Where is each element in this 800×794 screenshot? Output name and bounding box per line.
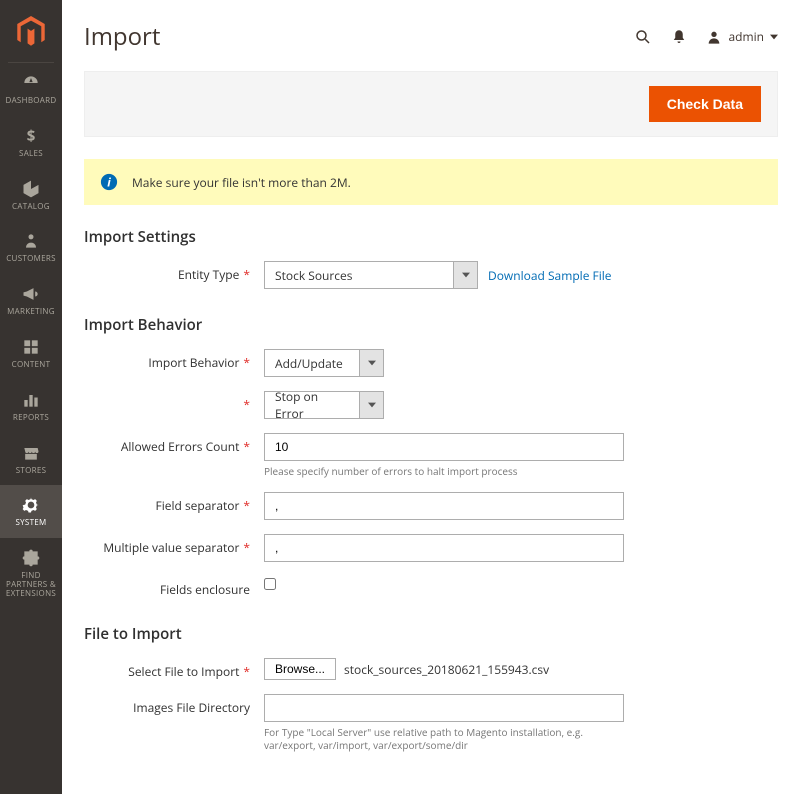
sidebar: DASHBOARD $ SALES CATALOG CUSTOMERS MARK… [0, 0, 62, 794]
nav-dashboard[interactable]: DASHBOARD [0, 63, 62, 116]
nav-label: SALES [19, 150, 43, 159]
search-icon[interactable] [634, 28, 652, 46]
select-file-label: Select File to Import [128, 663, 239, 680]
person-icon [21, 231, 41, 251]
nav-system[interactable]: SYSTEM [0, 485, 62, 538]
magento-logo-icon [17, 16, 45, 48]
username: admin [728, 28, 764, 45]
storefront-icon [21, 443, 41, 463]
selected-filename: stock_sources_20180621_155943.csv [344, 661, 549, 678]
user-icon [706, 29, 722, 45]
import-behavior-value: Add/Update [264, 349, 360, 377]
logo[interactable] [8, 8, 54, 63]
required-indicator: * [243, 396, 250, 413]
box-icon [21, 179, 41, 199]
images-dir-input[interactable] [264, 694, 624, 722]
import-behavior-label: Import Behavior [148, 354, 239, 371]
nav-content[interactable]: CONTENT [0, 327, 62, 380]
bell-icon[interactable] [670, 28, 688, 46]
field-separator-input[interactable] [264, 492, 624, 520]
file-size-notice: i Make sure your file isn't more than 2M… [84, 159, 778, 205]
nav-label: STORES [16, 467, 47, 476]
allowed-errors-hint: Please specify number of errors to halt … [264, 465, 624, 478]
error-strategy-select[interactable]: Stop on Error [264, 391, 624, 419]
chevron-down-icon [360, 349, 384, 377]
main-content: Import admin Check Data i Make sure your… [62, 0, 800, 794]
dashboard-icon [21, 73, 41, 93]
required-indicator: * [243, 438, 250, 455]
entity-type-label: Entity Type [178, 266, 239, 283]
action-bar: Check Data [84, 71, 778, 137]
nav-label: FIND PARTNERS & EXTENSIONS [4, 572, 58, 598]
required-indicator: * [243, 539, 250, 556]
nav-label: SYSTEM [15, 519, 46, 528]
nav-label: CATALOG [12, 203, 50, 212]
nav-label: CONTENT [12, 361, 51, 370]
nav-stores[interactable]: STORES [0, 433, 62, 486]
required-indicator: * [243, 354, 250, 371]
megaphone-icon [21, 284, 41, 304]
nav-customers[interactable]: CUSTOMERS [0, 221, 62, 274]
allowed-errors-input[interactable] [264, 433, 624, 461]
fields-enclosure-checkbox[interactable] [264, 578, 276, 590]
page-title: Import [84, 20, 160, 53]
nav-label: REPORTS [13, 414, 49, 423]
nav-label: CUSTOMERS [6, 255, 56, 264]
images-dir-hint: For Type "Local Server" use relative pat… [264, 726, 624, 752]
field-separator-label: Field separator [156, 497, 240, 514]
allowed-errors-label: Allowed Errors Count [121, 438, 240, 455]
browse-button[interactable]: Browse... [264, 658, 336, 680]
required-indicator: * [243, 663, 250, 680]
puzzle-icon [21, 548, 41, 568]
multi-separator-input[interactable] [264, 534, 624, 562]
error-strategy-value: Stop on Error [264, 391, 360, 419]
check-data-button[interactable]: Check Data [649, 86, 761, 122]
required-indicator: * [243, 266, 250, 283]
required-indicator: * [243, 497, 250, 514]
section-import-behavior-title: Import Behavior [84, 315, 778, 335]
svg-text:i: i [107, 175, 111, 191]
svg-text:$: $ [27, 126, 36, 146]
fields-enclosure-label: Fields enclosure [160, 581, 250, 598]
gear-icon [21, 495, 41, 515]
chevron-down-icon [770, 33, 778, 41]
download-sample-link[interactable]: Download Sample File [488, 267, 612, 284]
nav-label: DASHBOARD [5, 97, 56, 106]
section-file-to-import-title: File to Import [84, 624, 778, 644]
nav-partners[interactable]: FIND PARTNERS & EXTENSIONS [0, 538, 62, 608]
section-import-settings-title: Import Settings [84, 227, 778, 247]
chevron-down-icon [454, 261, 478, 289]
nav-label: MARKETING [7, 308, 55, 317]
import-behavior-select[interactable]: Add/Update [264, 349, 624, 377]
multi-separator-label: Multiple value separator [103, 539, 239, 556]
images-dir-label: Images File Directory [133, 699, 250, 716]
nav-sales[interactable]: $ SALES [0, 116, 62, 169]
nav-reports[interactable]: REPORTS [0, 380, 62, 433]
info-icon: i [100, 173, 118, 191]
bars-icon [21, 390, 41, 410]
dollar-icon: $ [21, 126, 41, 146]
entity-type-select[interactable]: Stock Sources [264, 261, 478, 289]
blocks-icon [21, 337, 41, 357]
nav-marketing[interactable]: MARKETING [0, 274, 62, 327]
nav-catalog[interactable]: CATALOG [0, 169, 62, 222]
notice-text: Make sure your file isn't more than 2M. [132, 174, 351, 191]
user-menu[interactable]: admin [706, 28, 778, 45]
entity-type-value: Stock Sources [264, 261, 454, 289]
chevron-down-icon [360, 391, 384, 419]
